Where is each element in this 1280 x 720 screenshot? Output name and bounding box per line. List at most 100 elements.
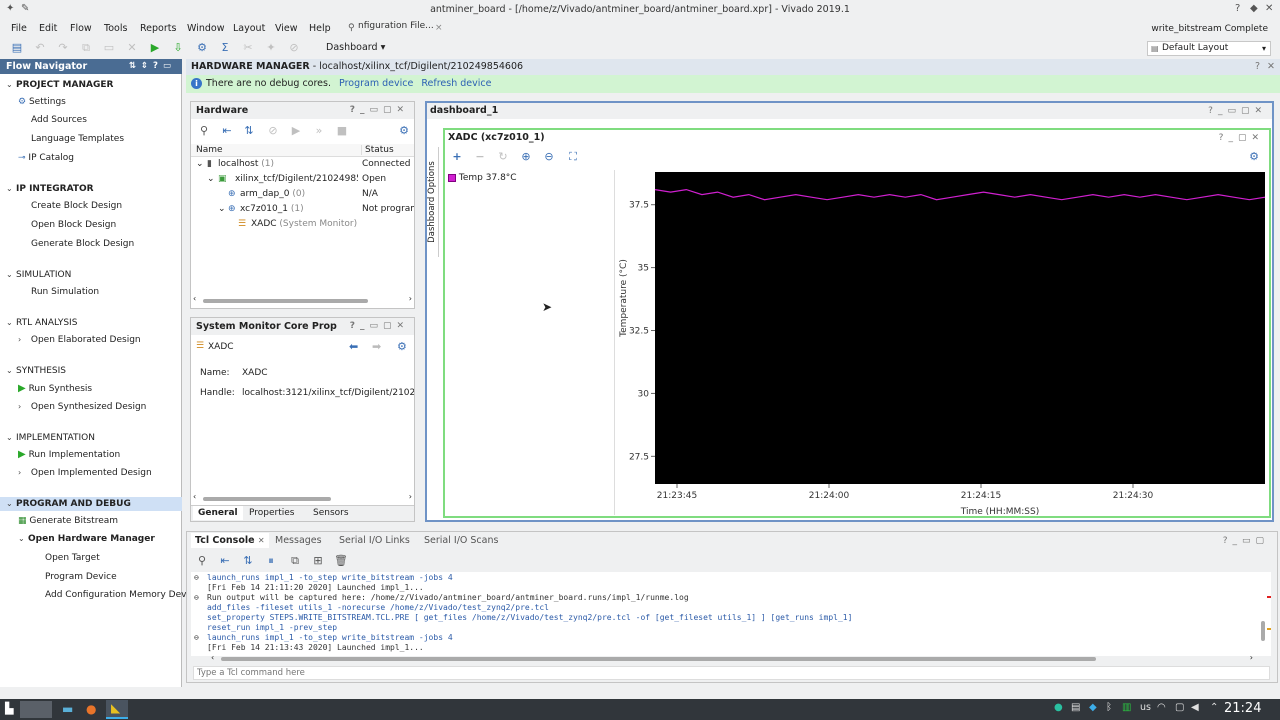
program-device-link[interactable]: Program device [339,78,413,89]
nav-run-simulation[interactable]: Run Simulation [31,287,99,297]
clock[interactable]: 21:24 [1224,701,1261,716]
bluetooth-icon[interactable]: ᛒ [1106,702,1112,713]
scroll-thumb[interactable] [1261,621,1265,641]
menu-view[interactable]: View [275,23,298,34]
tab-properties[interactable]: Properties [249,508,294,518]
menu-tools[interactable]: Tools [104,23,127,34]
scroll-right-icon[interactable]: › [1250,653,1253,662]
tab-serial-io-links[interactable]: Serial I/O Links [339,535,410,546]
zoom-out-icon[interactable]: ⊖ [542,150,556,164]
copy-icon[interactable]: ⧉ [288,554,302,568]
dashboard-controls[interactable]: ?_▭▢✕ [1208,106,1267,116]
zoom-in-icon[interactable]: ⊕ [519,150,533,164]
tree-row-localhost[interactable]: ⌄ ▮ localhost (1) Connected [191,158,415,172]
tree-row-target[interactable]: ⌄ ▣ xilinx_tcf/Digilent/210249854606 Ope… [191,173,415,187]
nav-open-block-design[interactable]: Open Block Design [31,220,116,230]
tab-tcl-console[interactable]: Tcl Console ✕ [191,533,269,548]
clipboard-icon[interactable]: ▤ [1071,702,1080,713]
section-program-and-debug[interactable]: ⌄ PROGRAM AND DEBUG [6,499,131,509]
menu-file[interactable]: File [11,23,27,34]
clear-search-icon[interactable]: × [435,23,443,33]
run-trigger-icon[interactable]: ▶ [289,124,303,138]
copy-icon[interactable]: ⧉ [79,41,93,55]
gear-icon[interactable]: ⚙ [397,340,407,353]
remove-icon[interactable]: − [473,150,487,164]
quick-access-search[interactable]: nfiguration File... [358,21,458,35]
tcl-command-input[interactable] [193,666,1270,680]
debug-icon[interactable]: ✦ [264,41,278,55]
scroll-thumb[interactable] [203,497,331,501]
nav-generate-block-design[interactable]: Generate Block Design [31,239,134,249]
tree-row-arm-dap[interactable]: ⊕ arm_dap_0 (0) N/A [191,188,415,202]
open-project-icon[interactable]: ▤ [10,41,24,55]
nav-generate-bitstream[interactable]: ▦ Generate Bitstream [18,516,118,526]
keyboard-layout[interactable]: us [1140,702,1151,713]
search-icon[interactable]: ⚲ [195,554,209,568]
section-rtl-analysis[interactable]: ⌄ RTL ANALYSIS [6,318,77,328]
dropbox-icon[interactable]: ◆ [1089,702,1097,713]
undo-icon[interactable]: ↶ [33,41,47,55]
legend-entry-temp[interactable]: Temp 37.8°C [448,173,517,183]
tab-general[interactable]: General [193,506,243,520]
run-trigger-immediate-icon[interactable]: » [312,124,326,138]
volume-icon[interactable]: ◀ [1191,702,1199,713]
section-implementation[interactable]: ⌄ IMPLEMENTATION [6,433,95,443]
tab-sensors[interactable]: Sensors [313,508,349,518]
nav-open-target[interactable]: Open Target [45,553,100,563]
section-synthesis[interactable]: ⌄ SYNTHESIS [6,366,66,376]
dashboard-menu[interactable]: Dashboard ▾ [326,42,385,53]
cross-probe-icon[interactable]: ✂ [241,41,255,55]
nav-ip-catalog[interactable]: ⊸ IP Catalog [18,153,74,163]
fold-icon[interactable]: ⊖ [194,633,199,642]
clear-icon[interactable]: 🗑 [334,554,348,568]
desktop-pager[interactable] [20,701,52,718]
nav-create-block-design[interactable]: Create Block Design [31,201,122,211]
nav-open-synthesized-design[interactable]: › Open Synthesized Design [18,402,146,412]
scroll-thumb[interactable] [203,299,368,303]
scroll-left-icon[interactable]: ‹ [193,294,196,303]
nav-add-sources[interactable]: Add Sources [31,115,87,125]
scroll-thumb[interactable] [221,657,1096,661]
nav-settings[interactable]: ⚙ Settings [18,97,66,107]
delete-icon[interactable]: ✕ [125,41,139,55]
tab-messages[interactable]: Messages [275,535,322,546]
sigma-icon[interactable]: Σ [218,41,232,55]
tab-serial-io-scans[interactable]: Serial I/O Scans [424,535,498,546]
diamond-icon[interactable]: ◆ [1250,3,1258,14]
vertical-scrollbar[interactable] [1259,574,1267,654]
expand-all-icon[interactable]: ⇅ [241,554,255,568]
horizontal-scrollbar[interactable]: ‹ › [193,294,412,306]
dashboard-options-tab[interactable]: Dashboard Options [427,147,439,257]
run-icon[interactable]: ▶ [148,41,162,55]
refresh-icon[interactable]: ↻ [496,150,510,164]
nav-add-config-memory[interactable]: Add Configuration Memory Device [45,590,199,600]
tree-row-xc7z010[interactable]: ⌄ ⊕ xc7z010_1 (1) Not programmed [191,203,415,217]
add-icon[interactable]: + [450,150,464,164]
scroll-right-icon[interactable]: › [409,294,412,303]
firefox-icon[interactable]: ● [86,702,96,716]
disable-icon[interactable]: ⊘ [287,41,301,55]
display-icon[interactable]: ▢ [1175,702,1184,713]
console-controls[interactable]: ?_▭▢ [1223,536,1269,546]
close-tab-icon[interactable]: ✕ [258,536,265,545]
expand-all-icon[interactable]: ⇅ [242,124,256,138]
fold-icon[interactable]: ⊖ [194,593,199,602]
wrap-icon[interactable]: ⊞ [311,554,325,568]
layout-select[interactable]: ▤ Default Layout ▾ [1147,41,1271,56]
console-hscrollbar[interactable]: ‹ › [193,653,1257,664]
nav-open-elaborated-design[interactable]: › Open Elaborated Design [18,335,141,345]
menu-reports[interactable]: Reports [140,23,176,34]
gear-icon[interactable]: ⚙ [397,124,411,138]
network-icon[interactable]: ◠ [1157,702,1166,713]
gear-icon[interactable]: ⚙ [1247,150,1261,164]
col-status[interactable]: Status [361,145,394,155]
nav-program-device[interactable]: Program Device [45,572,117,582]
paste-icon[interactable]: ▭ [102,41,116,55]
col-name[interactable]: Name [196,145,223,155]
menu-edit[interactable]: Edit [39,23,57,34]
disconnect-icon[interactable]: ⊘ [266,124,280,138]
fold-icon[interactable]: ⊖ [194,573,199,582]
panel-controls[interactable]: ?_▭▢✕ [350,105,409,115]
settings-gear-icon[interactable]: ⚙ [195,41,209,55]
tray-expand-icon[interactable]: ⌃ [1210,702,1218,713]
